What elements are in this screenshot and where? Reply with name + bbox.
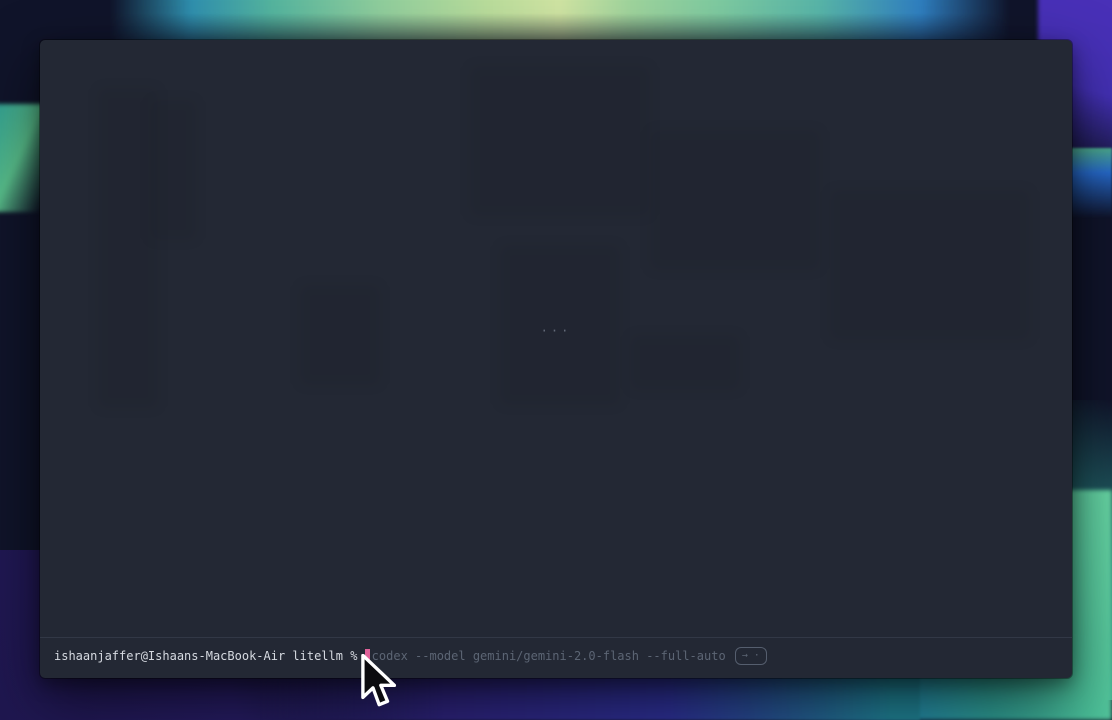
ghost-artifact [650, 130, 820, 270]
terminal-window[interactable]: ··· ishaanjaffer@Ishaans-MacBook-Air lit… [40, 40, 1072, 678]
command-autosuggestion: codex --model gemini/gemini-2.0-flash --… [372, 648, 726, 664]
shell-prompt: ishaanjaffer@Ishaans-MacBook-Air litellm… [54, 648, 365, 664]
autocomplete-hint-key: → · [735, 647, 767, 665]
terminal-divider-line [40, 637, 1072, 638]
desktop: ··· ishaanjaffer@Ishaans-MacBook-Air lit… [0, 0, 1112, 720]
ghost-artifact [300, 285, 380, 385]
loading-indicator: ··· [541, 324, 572, 338]
text-cursor [365, 649, 370, 663]
ghost-artifact [150, 100, 196, 240]
terminal-prompt-line[interactable]: ishaanjaffer@Ishaans-MacBook-Air litellm… [54, 647, 1064, 665]
ghost-artifact [630, 335, 740, 390]
ghost-artifact [470, 66, 650, 216]
ghost-artifact [830, 190, 1030, 340]
ghost-artifact [98, 88, 158, 408]
